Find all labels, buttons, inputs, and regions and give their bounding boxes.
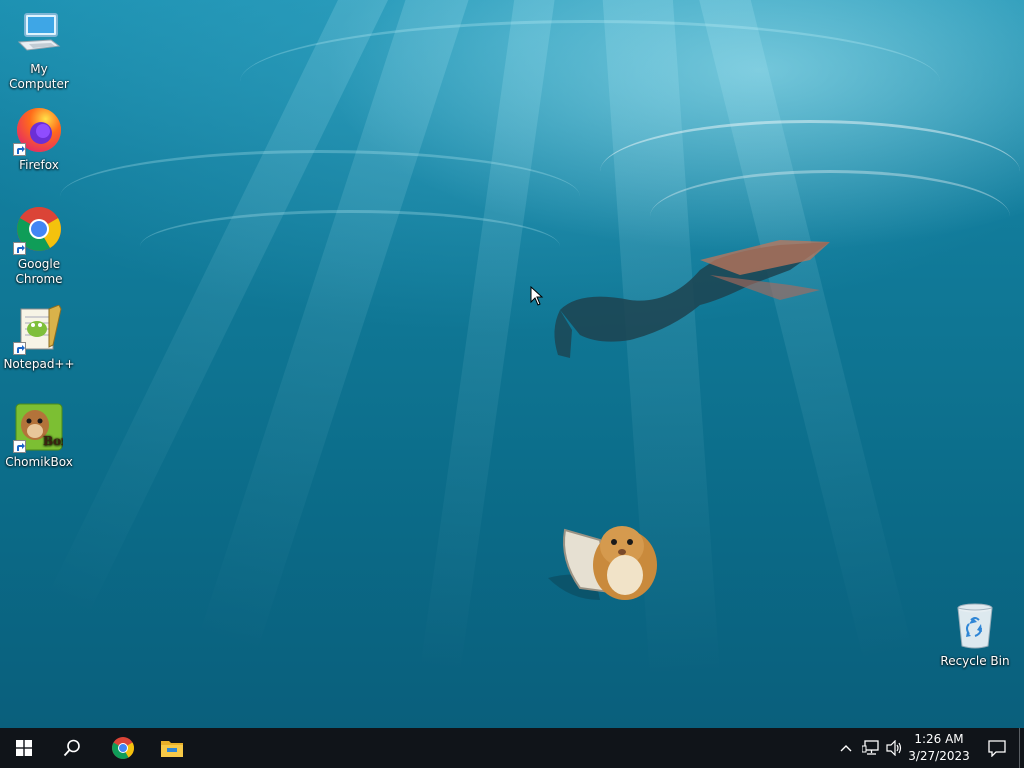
desktop-icon-firefox[interactable]: Firefox [0, 106, 78, 173]
network-icon [862, 740, 879, 755]
clock-date: 3/27/2023 [908, 749, 970, 763]
recycle-bin-icon [957, 603, 993, 649]
volume-tray-button[interactable] [884, 728, 906, 768]
windows-logo-icon [16, 740, 32, 756]
desktop-icon-label: ChomikBox [5, 455, 73, 469]
desktop-icon-notepadpp[interactable]: Notepad++ [0, 304, 78, 372]
chevron-up-icon [840, 745, 852, 752]
taskbar-clock[interactable]: 1:26 AM 3/27/2023 [906, 731, 972, 765]
clock-time: 1:26 AM [914, 732, 964, 746]
desktop-icon-my-computer[interactable]: My Computer [0, 10, 78, 92]
show-hidden-icons-button[interactable] [836, 728, 856, 768]
action-center-button[interactable] [976, 728, 1018, 768]
shortcut-arrow-icon [13, 242, 26, 255]
desktop-icon-google-chrome[interactable]: Google Chrome [0, 205, 78, 287]
desktop-icon-label: My Computer [9, 62, 69, 91]
shortcut-arrow-icon [13, 440, 26, 453]
diver-figure [554, 240, 830, 358]
search-button[interactable] [48, 728, 96, 768]
desktop-wallpaper [0, 0, 1024, 728]
desktop-icon-recycle-bin[interactable]: Recycle Bin [936, 602, 1014, 669]
taskbar-pinned-file-explorer[interactable] [148, 728, 196, 768]
taskbar-pinned-chrome[interactable] [99, 728, 147, 768]
volume-icon [886, 740, 902, 756]
desktop-icon-label: Firefox [19, 158, 59, 172]
show-desktop-button[interactable] [1019, 728, 1024, 768]
desktop-icon-chomikbox[interactable]: Box ChomikBox [0, 403, 78, 470]
computer-icon [17, 13, 61, 51]
svg-text:Box: Box [43, 434, 63, 448]
hamster-figure [548, 526, 657, 600]
file-explorer-icon [161, 741, 183, 757]
start-button[interactable] [0, 728, 48, 768]
action-center-icon [988, 739, 1006, 757]
desktop-icon-label: Google Chrome [15, 257, 63, 286]
desktop-icon-label: Recycle Bin [940, 654, 1010, 668]
mouse-cursor [530, 286, 544, 306]
taskbar: 1:26 AM 3/27/2023 [0, 728, 1024, 768]
network-tray-button[interactable] [860, 728, 882, 768]
shortcut-arrow-icon [13, 143, 26, 156]
shortcut-arrow-icon [13, 342, 26, 355]
chrome-icon [112, 737, 134, 759]
search-icon [63, 739, 80, 757]
desktop-icon-label: Notepad++ [3, 357, 75, 371]
